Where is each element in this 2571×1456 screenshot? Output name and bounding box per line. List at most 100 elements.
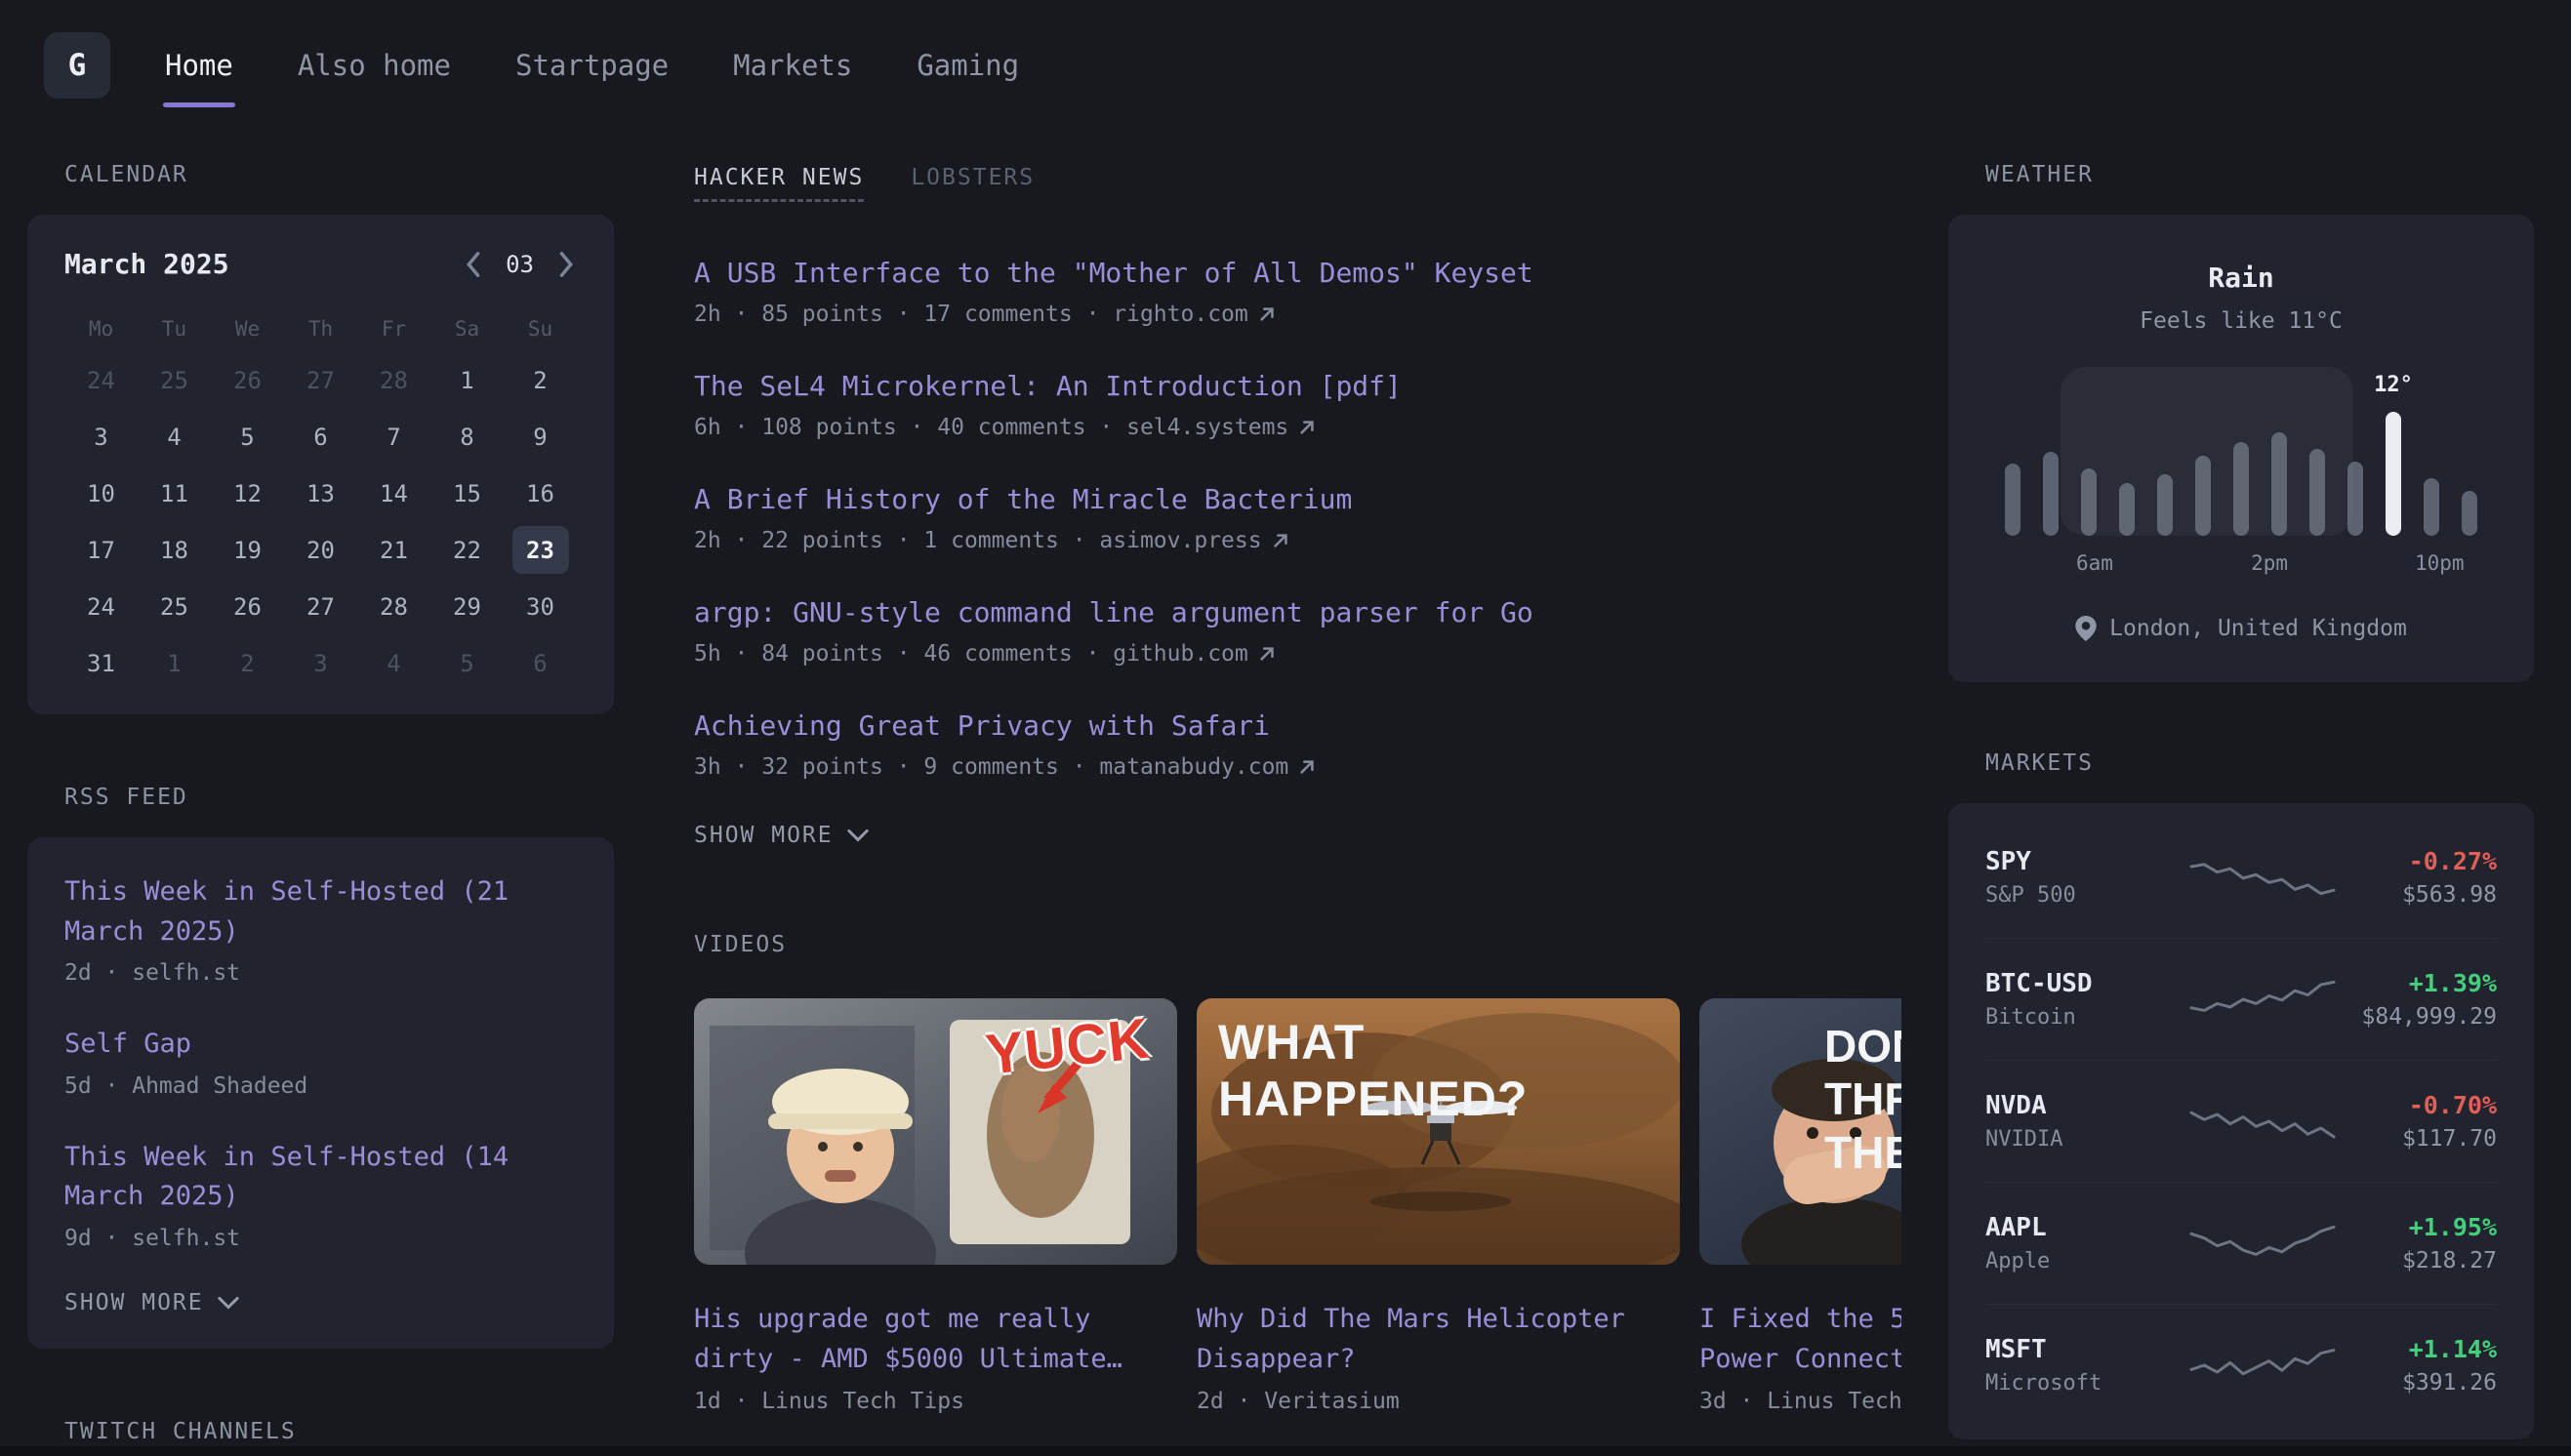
market-price: $218.27 bbox=[2336, 1248, 2497, 1274]
market-row[interactable]: BTC-USD Bitcoin +1.39% $84,999.29 bbox=[1985, 938, 2497, 1060]
market-price: $391.26 bbox=[2336, 1370, 2497, 1395]
nav-tab[interactable]: Gaming bbox=[915, 0, 1021, 131]
market-row[interactable]: NVDA NVIDIA -0.70% $117.70 bbox=[1985, 1060, 2497, 1182]
market-sparkline bbox=[2189, 1341, 2336, 1390]
calendar-day-header: Su bbox=[528, 317, 552, 341]
calendar-grid: 2425262728123456789101112131415161718192… bbox=[64, 356, 577, 687]
market-symbol-block: SPY S&P 500 bbox=[1985, 847, 2189, 908]
calendar-day: 20 bbox=[293, 526, 349, 574]
videos-row: YUCK His upgrade got me really dirty - A… bbox=[694, 998, 1901, 1414]
chevron-right-icon[interactable] bbox=[557, 250, 577, 279]
right-column: WEATHER Rain Feels like 11°C 12° 6am2pm1… bbox=[1948, 162, 2534, 1444]
rss-item-title-link[interactable]: Self Gap bbox=[64, 1025, 577, 1065]
market-row[interactable]: MSFT Microsoft +1.14% $391.26 bbox=[1985, 1304, 2497, 1426]
news-item-title-link[interactable]: The SeL4 Microkernel: An Introduction [p… bbox=[694, 370, 1402, 402]
market-change: +1.39% bbox=[2336, 969, 2497, 997]
calendar-day: 11 bbox=[146, 469, 203, 517]
weather-hour-bar bbox=[2043, 452, 2059, 536]
calendar-day: 22 bbox=[439, 526, 496, 574]
nav-tab[interactable]: Home bbox=[163, 0, 235, 131]
nav-tab[interactable]: Also home bbox=[296, 0, 453, 131]
thumbnail-overlay-text: DON'TTHROWTHEM bbox=[1824, 1020, 1901, 1179]
market-price: $117.70 bbox=[2336, 1126, 2497, 1152]
news-list: A USB Interface to the "Mother of All De… bbox=[694, 257, 1901, 780]
calendar-day: 4 bbox=[366, 639, 423, 687]
news-item-title-link[interactable]: Achieving Great Privacy with Safari bbox=[694, 709, 1270, 742]
news-feed-tab[interactable]: LOBSTERS bbox=[911, 165, 1035, 199]
external-link-icon[interactable] bbox=[1258, 305, 1276, 323]
weather-hour-bar bbox=[2195, 456, 2211, 537]
market-ticker: SPY bbox=[1985, 847, 2189, 876]
video-thumbnail[interactable]: DON'TTHROWTHEM bbox=[1699, 998, 1901, 1265]
calendar-day-headers: MoTuWeThFrSaSu bbox=[64, 317, 577, 341]
video-title-link[interactable]: I Fixed the 5090's Biggest Power Connect… bbox=[1699, 1300, 1901, 1379]
nav-tab[interactable]: Startpage bbox=[513, 0, 671, 131]
news-show-more-button[interactable]: SHOW MORE bbox=[694, 823, 869, 848]
calendar-day: 1 bbox=[146, 639, 203, 687]
app-logo[interactable]: G bbox=[44, 32, 110, 99]
market-name: Bitcoin bbox=[1985, 1005, 2189, 1030]
calendar-day-header: Tu bbox=[162, 317, 186, 341]
video-thumbnail[interactable]: WHAT HAPPENED? bbox=[1197, 998, 1680, 1265]
location-pin-icon bbox=[2075, 616, 2097, 641]
video-thumbnail[interactable]: YUCK bbox=[694, 998, 1177, 1265]
weather-hour-bar bbox=[2081, 468, 2097, 536]
video-card: YUCK His upgrade got me really dirty - A… bbox=[694, 998, 1177, 1414]
external-link-icon[interactable] bbox=[1298, 419, 1316, 436]
video-title-link[interactable]: Why Did The Mars Helicopter Disappear? bbox=[1197, 1300, 1680, 1379]
chevron-left-icon[interactable] bbox=[463, 250, 482, 279]
video-title-link[interactable]: His upgrade got me really dirty - AMD $5… bbox=[694, 1300, 1177, 1379]
market-row[interactable]: AAPL Apple +1.95% $218.27 bbox=[1985, 1182, 2497, 1304]
market-ticker: AAPL bbox=[1985, 1213, 2189, 1242]
weather-current-hour-bar: 12° bbox=[2386, 412, 2401, 536]
market-sparkline bbox=[2189, 975, 2336, 1024]
market-change: -0.70% bbox=[2336, 1091, 2497, 1119]
market-change: +1.14% bbox=[2336, 1335, 2497, 1363]
weather-hour-bar bbox=[2233, 442, 2249, 536]
news-item: A USB Interface to the "Mother of All De… bbox=[694, 257, 1901, 327]
weather-hourly-chart: 12° bbox=[1997, 375, 2485, 536]
weather-hour-bar bbox=[2157, 474, 2173, 536]
weather-hour-bar bbox=[2309, 449, 2325, 536]
external-link-icon[interactable] bbox=[1298, 758, 1316, 776]
market-symbol-block: BTC-USD Bitcoin bbox=[1985, 969, 2189, 1030]
news-item-meta-text: 2h · 85 points · 17 comments · righto.co… bbox=[694, 302, 1248, 327]
rss-item-meta: 2d · selfh.st bbox=[64, 960, 577, 986]
weather-hour-bar bbox=[2005, 464, 2020, 536]
market-name: Apple bbox=[1985, 1249, 2189, 1274]
calendar-day: 23 bbox=[512, 526, 569, 574]
calendar-day: 28 bbox=[366, 356, 423, 404]
calendar-day: 17 bbox=[73, 526, 130, 574]
news-feed-tab[interactable]: HACKER NEWS bbox=[694, 165, 864, 202]
calendar-day: 10 bbox=[73, 469, 130, 517]
weather-location: London, United Kingdom bbox=[1985, 616, 2497, 641]
external-link-icon[interactable] bbox=[1258, 645, 1276, 663]
calendar-day: 15 bbox=[439, 469, 496, 517]
external-link-icon[interactable] bbox=[1272, 532, 1289, 549]
news-item-title-link[interactable]: A USB Interface to the "Mother of All De… bbox=[694, 257, 1533, 289]
calendar-day-header: Mo bbox=[89, 317, 113, 341]
video-meta: 3d · Linus Tech Tips bbox=[1699, 1389, 1901, 1414]
calendar-day: 3 bbox=[293, 639, 349, 687]
news-item: argp: GNU-style command line argument pa… bbox=[694, 596, 1901, 667]
market-quote-block: -0.27% $563.98 bbox=[2336, 847, 2497, 908]
weather-now-temp: 12° bbox=[2374, 373, 2413, 397]
calendar-day: 31 bbox=[73, 639, 130, 687]
rss-item-title-link[interactable]: This Week in Self-Hosted (21 March 2025) bbox=[64, 872, 577, 951]
nav-tab[interactable]: Markets bbox=[731, 0, 854, 131]
rss-item-meta: 9d · selfh.st bbox=[64, 1226, 577, 1251]
news-item-meta-text: 2h · 22 points · 1 comments · asimov.pre… bbox=[694, 528, 1262, 553]
thumbnail-overlay-text: WHAT HAPPENED? bbox=[1218, 1014, 1680, 1127]
calendar-day: 30 bbox=[512, 583, 569, 630]
market-quote-block: +1.14% $391.26 bbox=[2336, 1335, 2497, 1395]
news-item-meta: 6h · 108 points · 40 comments · sel4.sys… bbox=[694, 415, 1901, 440]
news-item-title-link[interactable]: A Brief History of the Miracle Bacterium bbox=[694, 483, 1352, 515]
weather-location-label: London, United Kingdom bbox=[2109, 616, 2407, 641]
calendar-widget: March 2025 03 MoTuWeThFrSaSu 24252627281… bbox=[27, 215, 614, 714]
rss-item-title-link[interactable]: This Week in Self-Hosted (14 March 2025) bbox=[64, 1138, 577, 1217]
market-change: -0.27% bbox=[2336, 847, 2497, 875]
news-item-title-link[interactable]: argp: GNU-style command line argument pa… bbox=[694, 596, 1533, 628]
show-more-label: SHOW MORE bbox=[694, 823, 834, 848]
market-row[interactable]: SPY S&P 500 -0.27% $563.98 bbox=[1985, 817, 2497, 938]
rss-show-more-button[interactable]: SHOW MORE bbox=[64, 1290, 239, 1315]
